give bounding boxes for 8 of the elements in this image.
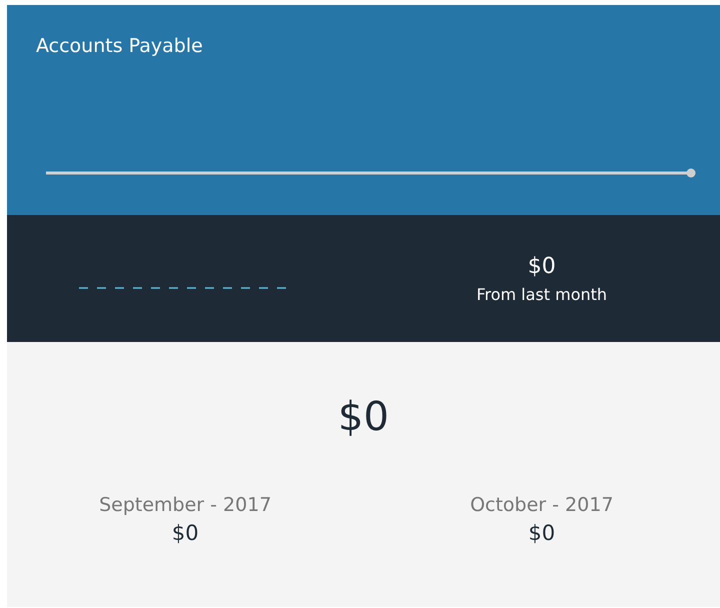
card-title: Accounts Payable [36, 35, 203, 57]
total-value: $0 [338, 394, 389, 440]
change-label: From last month [476, 284, 608, 304]
month-label: October - 2017 [470, 494, 614, 516]
month-label: September - 2017 [99, 494, 272, 516]
month-value: $0 [528, 521, 556, 545]
month-value: $0 [172, 521, 199, 545]
change-value: $0 [528, 254, 556, 278]
